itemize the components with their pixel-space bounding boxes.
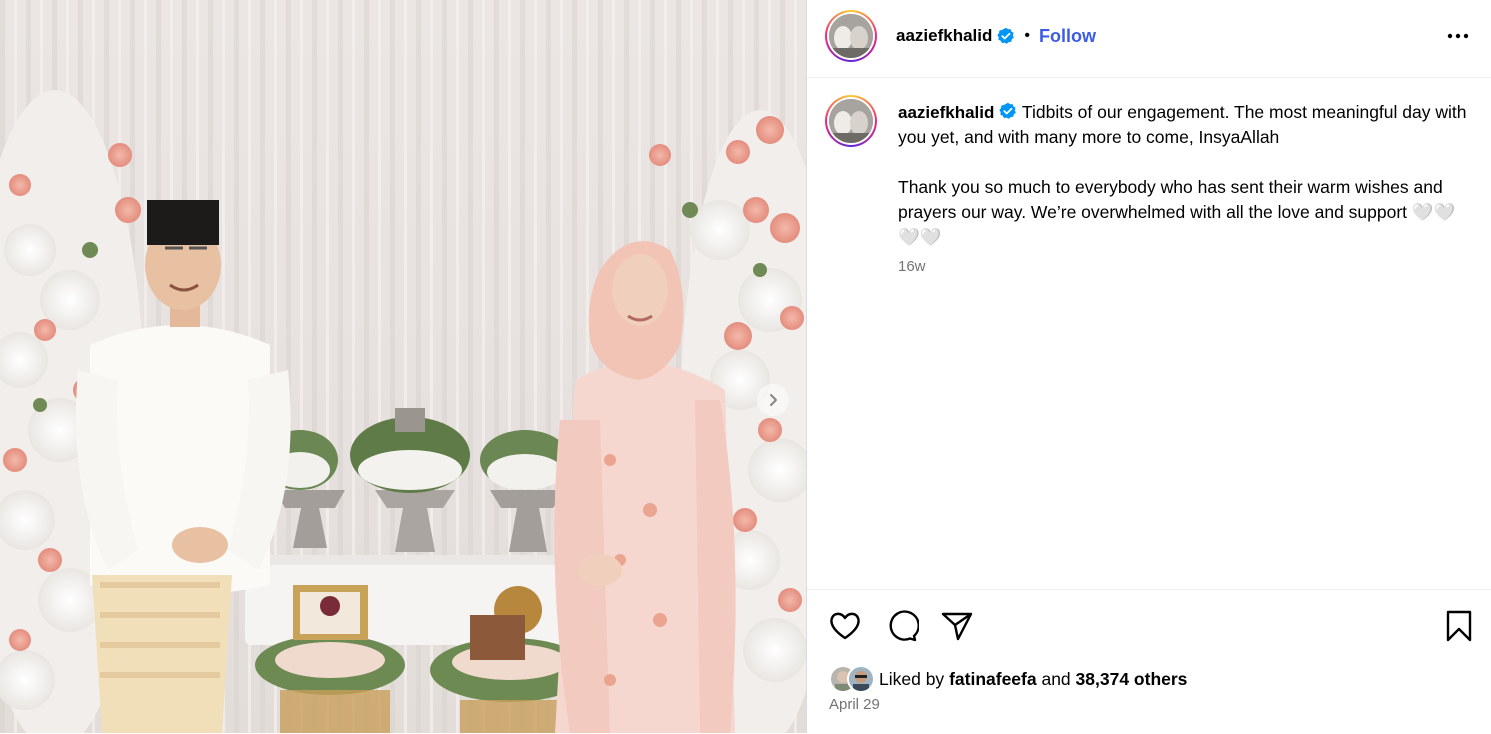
liked-by-prefix: Liked by [879,668,945,689]
author-avatar[interactable] [825,10,877,62]
verified-badge-icon [999,102,1017,119]
caption-text-part2: Thank you so much to everybody who has s… [898,177,1456,247]
more-options-button[interactable] [1443,24,1473,48]
next-photo-button[interactable] [757,384,789,416]
likes-text: Liked by fatinafeefa and 38,374 others [879,669,1187,690]
like-button[interactable] [827,608,863,644]
avatar-photo [829,14,873,58]
post-time-ago[interactable]: 16w [898,258,926,275]
engagement-photo [0,0,806,733]
share-button[interactable] [939,608,975,644]
comment-button[interactable] [883,608,920,644]
liked-by-others[interactable]: 38,374 others [1076,669,1188,689]
post-side-panel: aaziefkhalid • Follow aaziefkhalid Tidbi… [806,0,1491,733]
comment-icon [889,610,920,642]
share-icon [941,612,973,641]
heart-icon [830,612,860,640]
header-separator: • [1024,27,1030,44]
caption-username[interactable]: aaziefkhalid [898,103,994,122]
follow-button[interactable]: Follow [1039,26,1096,47]
liked-by-user[interactable]: fatinafeefa [949,669,1037,689]
chevron-right-icon [770,394,777,406]
likes-summary: Liked by fatinafeefa and 38,374 others [829,664,1187,694]
author-username[interactable]: aaziefkhalid [896,26,992,46]
post-date[interactable]: April 29 [829,696,880,713]
bookmark-icon [1446,610,1472,642]
post-actions: Liked by fatinafeefa and 38,374 others A… [807,589,1491,734]
post-header: aaziefkhalid • Follow [807,0,1491,78]
verified-badge-icon [997,27,1015,44]
caption-avatar[interactable] [825,95,877,147]
liked-by-and: and [1041,668,1071,689]
post-photo[interactable] [0,0,806,733]
avatar-photo [829,99,873,143]
more-options-icon [1447,33,1469,39]
save-button[interactable] [1441,608,1477,644]
liker-avatar[interactable] [847,665,875,693]
post-caption: aaziefkhalid Tidbits of our engagement. … [898,100,1468,250]
liker-avatar-photo [849,667,873,691]
